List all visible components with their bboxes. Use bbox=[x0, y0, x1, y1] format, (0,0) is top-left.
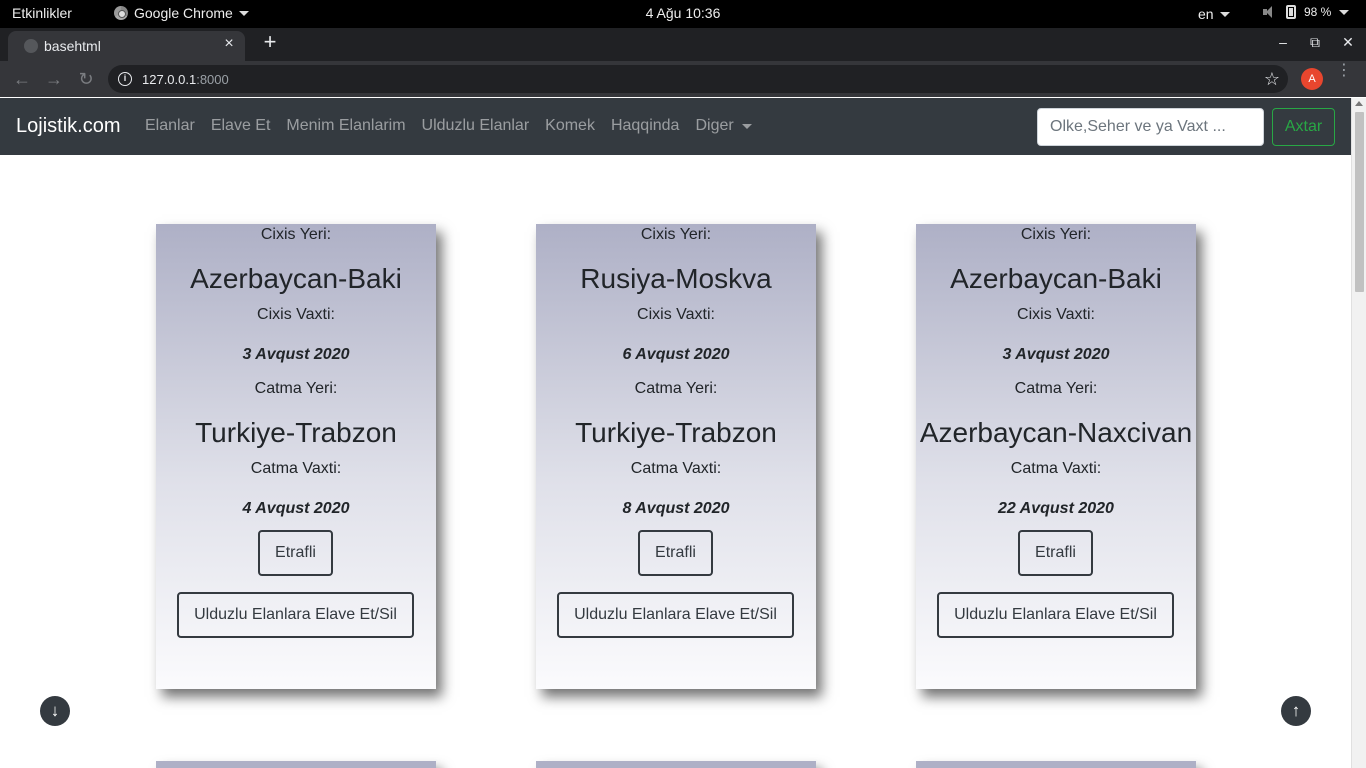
arrival-place: Azerbaycan-Naxcivan bbox=[919, 417, 1193, 448]
arrival-place: Turkiye-Trabzon bbox=[195, 417, 397, 448]
arrival-time-label: Catma Vaxti: bbox=[250, 460, 342, 477]
nav-link-menim-elanlarim[interactable]: Menim Elanlarim bbox=[286, 117, 405, 135]
arrival-time-label: Catma Vaxti: bbox=[630, 460, 722, 477]
browser-toolbar: ← → ↻ i 127.0.0.1:8000 ☆ A ⋮ bbox=[0, 61, 1366, 97]
site-info-icon[interactable]: i bbox=[118, 72, 132, 86]
arrival-date: 22 Avqust 2020 bbox=[998, 500, 1114, 517]
nav-link-ulduzlu-elanlar[interactable]: Ulduzlu Elanlar bbox=[422, 117, 530, 135]
listing-card: Cixis Yeri: Azerbaycan-Baki Cixis Vaxti:… bbox=[156, 224, 436, 689]
app-menu[interactable]: Google Chrome bbox=[114, 5, 249, 21]
departure-date: 3 Avqust 2020 bbox=[1002, 346, 1110, 363]
departure-time-label: Cixis Vaxti: bbox=[1017, 306, 1095, 323]
departure-time-label: Cixis Vaxti: bbox=[637, 306, 715, 323]
listing-card: Cixis Yeri: Rusiya-Moskva Cixis Vaxti: 6… bbox=[536, 224, 816, 689]
arrival-label: Catma Yeri: bbox=[1014, 380, 1098, 397]
chrome-logo-icon bbox=[114, 6, 128, 20]
page-scrollbar[interactable] bbox=[1351, 98, 1366, 768]
departure-date: 6 Avqust 2020 bbox=[622, 346, 730, 363]
tab-title: basehtml bbox=[44, 38, 101, 54]
browser-menu-icon[interactable]: ⋮ bbox=[1336, 63, 1352, 79]
arrival-date: 4 Avqust 2020 bbox=[242, 500, 350, 517]
arrival-date: 8 Avqust 2020 bbox=[622, 500, 730, 517]
details-button[interactable]: Etrafli bbox=[638, 530, 713, 576]
language-selector[interactable]: en bbox=[1198, 6, 1230, 22]
favorite-toggle-button[interactable]: Ulduzlu Elanlara Elave Et/Sil bbox=[557, 592, 794, 638]
listing-card-partial bbox=[916, 761, 1196, 768]
status-menu[interactable]: 98 % bbox=[1262, 5, 1350, 19]
chevron-down-icon bbox=[741, 123, 752, 129]
url-port: :8000 bbox=[196, 72, 229, 87]
arrival-place: Turkiye-Trabzon bbox=[575, 417, 777, 448]
browser-tab[interactable]: basehtml × bbox=[8, 31, 245, 61]
scroll-up-button[interactable]: ↑ bbox=[1281, 696, 1311, 726]
departure-time-label: Cixis Vaxti: bbox=[257, 306, 335, 323]
departure-label: Cixis Yeri: bbox=[1020, 226, 1092, 243]
nav-link-elave-et[interactable]: Elave Et bbox=[211, 117, 271, 135]
chevron-down-icon bbox=[238, 10, 249, 16]
scroll-arrow-up-icon[interactable] bbox=[1355, 101, 1363, 106]
search-input[interactable] bbox=[1037, 108, 1264, 146]
listing-card-partial bbox=[156, 761, 436, 768]
departure-place: Rusiya-Moskva bbox=[580, 263, 772, 294]
forward-button[interactable]: → bbox=[44, 69, 64, 89]
search-button[interactable]: Axtar bbox=[1272, 108, 1335, 146]
close-tab-icon[interactable]: × bbox=[219, 35, 239, 53]
favorite-toggle-button[interactable]: Ulduzlu Elanlara Elave Et/Sil bbox=[177, 592, 414, 638]
page-viewport: Lojistik.com Elanlar Elave Et Menim Elan… bbox=[0, 98, 1366, 768]
details-button[interactable]: Etrafli bbox=[1018, 530, 1093, 576]
restore-button[interactable]: ⧉ bbox=[1305, 34, 1325, 51]
battery-percent: 98 % bbox=[1304, 5, 1332, 19]
chevron-down-icon bbox=[1339, 9, 1350, 15]
scroll-down-button[interactable]: ↓ bbox=[40, 696, 70, 726]
chevron-down-icon bbox=[1219, 11, 1230, 17]
new-tab-button[interactable]: + bbox=[258, 31, 282, 55]
tab-strip: basehtml × + – ⧉ ✕ bbox=[0, 28, 1366, 61]
profile-avatar[interactable]: A bbox=[1301, 68, 1323, 90]
arrival-label: Catma Yeri: bbox=[634, 380, 718, 397]
nav-dropdown-diger[interactable]: Diger bbox=[695, 117, 752, 135]
activities-button[interactable]: Etkinlikler bbox=[12, 5, 72, 21]
nav-dropdown-label: Diger bbox=[695, 117, 734, 134]
nav-links: Elanlar Elave Et Menim Elanlarim Ulduzlu… bbox=[145, 117, 752, 135]
departure-label: Cixis Yeri: bbox=[260, 226, 332, 243]
departure-date: 3 Avqust 2020 bbox=[242, 346, 350, 363]
departure-place: Azerbaycan-Baki bbox=[950, 263, 1162, 294]
battery-icon bbox=[1286, 5, 1296, 19]
url-text: 127.0.0.1:8000 bbox=[142, 72, 229, 87]
close-window-button[interactable]: ✕ bbox=[1338, 34, 1358, 51]
volume-muted-icon bbox=[1262, 5, 1278, 19]
listing-card-partial bbox=[536, 761, 816, 768]
departure-label: Cixis Yeri: bbox=[640, 226, 712, 243]
arrival-label: Catma Yeri: bbox=[254, 380, 338, 397]
nav-link-haqqinda[interactable]: Haqqinda bbox=[611, 117, 680, 135]
scrollbar-thumb[interactable] bbox=[1355, 112, 1364, 292]
address-bar[interactable]: i 127.0.0.1:8000 ☆ bbox=[108, 65, 1288, 93]
departure-place: Azerbaycan-Baki bbox=[190, 263, 402, 294]
nav-link-komek[interactable]: Komek bbox=[545, 117, 595, 135]
minimize-button[interactable]: – bbox=[1273, 34, 1293, 50]
site-brand[interactable]: Lojistik.com bbox=[16, 115, 120, 138]
reload-button[interactable]: ↻ bbox=[76, 69, 96, 89]
system-top-bar: Etkinlikler Google Chrome 4 Ağu 10:36 en… bbox=[0, 0, 1366, 28]
favicon-icon bbox=[24, 39, 38, 53]
bookmark-star-icon[interactable]: ☆ bbox=[1264, 69, 1280, 90]
url-host: 127.0.0.1 bbox=[142, 72, 197, 87]
site-navbar: Lojistik.com Elanlar Elave Et Menim Elan… bbox=[0, 98, 1351, 155]
arrival-time-label: Catma Vaxti: bbox=[1010, 460, 1102, 477]
details-button[interactable]: Etrafli bbox=[258, 530, 333, 576]
language-label: en bbox=[1198, 6, 1214, 22]
nav-link-elanlar[interactable]: Elanlar bbox=[145, 117, 195, 135]
listing-card: Cixis Yeri: Azerbaycan-Baki Cixis Vaxti:… bbox=[916, 224, 1196, 689]
app-name: Google Chrome bbox=[134, 5, 233, 21]
favorite-toggle-button[interactable]: Ulduzlu Elanlara Elave Et/Sil bbox=[937, 592, 1174, 638]
back-button[interactable]: ← bbox=[12, 69, 32, 89]
